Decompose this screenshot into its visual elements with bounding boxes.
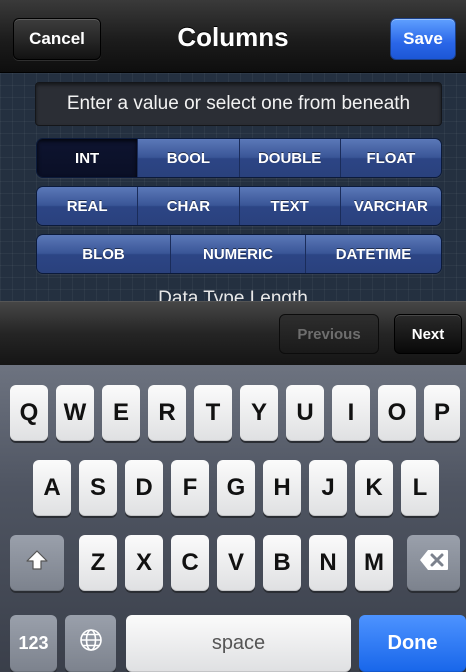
- globe-key[interactable]: [65, 615, 116, 672]
- save-button[interactable]: Save: [390, 18, 456, 60]
- type-char-segment[interactable]: CHAR: [138, 187, 240, 225]
- next-button[interactable]: Next: [394, 314, 462, 354]
- key-h[interactable]: H: [263, 460, 301, 516]
- key-s[interactable]: S: [79, 460, 117, 516]
- content-area: Enter a value or select one from beneath…: [0, 73, 466, 301]
- key-j[interactable]: J: [309, 460, 347, 516]
- type-int-segment[interactable]: INT: [37, 139, 139, 177]
- key-x[interactable]: X: [125, 535, 163, 591]
- key-w[interactable]: W: [56, 385, 94, 441]
- key-g[interactable]: G: [217, 460, 255, 516]
- backspace-key[interactable]: [407, 535, 460, 591]
- previous-button[interactable]: Previous: [279, 314, 379, 354]
- done-key[interactable]: Done: [359, 615, 466, 672]
- backspace-icon: [419, 549, 449, 578]
- data-type-row-3: BLOB NUMERIC DATETIME: [36, 234, 442, 274]
- type-numeric-segment[interactable]: NUMERIC: [171, 235, 306, 273]
- shift-key[interactable]: [10, 535, 64, 591]
- key-c[interactable]: C: [171, 535, 209, 591]
- key-r[interactable]: R: [148, 385, 186, 441]
- key-i[interactable]: I: [332, 385, 370, 441]
- key-n[interactable]: N: [309, 535, 347, 591]
- globe-icon: [79, 628, 103, 659]
- shift-arrow-icon: [25, 548, 49, 579]
- key-f[interactable]: F: [171, 460, 209, 516]
- key-o[interactable]: O: [378, 385, 416, 441]
- type-blob-segment[interactable]: BLOB: [37, 235, 171, 273]
- key-k[interactable]: K: [355, 460, 393, 516]
- type-bool-segment[interactable]: BOOL: [138, 139, 240, 177]
- key-a[interactable]: A: [33, 460, 71, 516]
- type-text-segment[interactable]: TEXT: [239, 187, 341, 225]
- keyboard-accessory-toolbar: Previous Next: [0, 301, 466, 366]
- key-u[interactable]: U: [286, 385, 324, 441]
- key-y[interactable]: Y: [240, 385, 278, 441]
- key-q[interactable]: Q: [10, 385, 48, 441]
- key-d[interactable]: D: [125, 460, 163, 516]
- key-l[interactable]: L: [401, 460, 439, 516]
- navigation-bar: Cancel Columns Save: [0, 0, 466, 73]
- data-type-length-label: Data Type Length: [158, 288, 308, 301]
- key-m[interactable]: M: [355, 535, 393, 591]
- type-float-segment[interactable]: FLOAT: [340, 139, 441, 177]
- key-t[interactable]: T: [194, 385, 232, 441]
- key-b[interactable]: B: [263, 535, 301, 591]
- type-varchar-segment[interactable]: VARCHAR: [340, 187, 441, 225]
- type-real-segment[interactable]: REAL: [37, 187, 139, 225]
- key-e[interactable]: E: [102, 385, 140, 441]
- space-key[interactable]: space: [126, 615, 351, 672]
- data-type-row-1: INT BOOL DOUBLE FLOAT: [36, 138, 442, 178]
- type-datetime-segment[interactable]: DATETIME: [306, 235, 441, 273]
- key-v[interactable]: V: [217, 535, 255, 591]
- key-z[interactable]: Z: [79, 535, 117, 591]
- key-p[interactable]: P: [424, 385, 460, 441]
- type-double-segment[interactable]: DOUBLE: [239, 139, 341, 177]
- keyboard: Q W E R T Y U I O P A S D F G H J K L Z …: [0, 365, 466, 672]
- data-type-row-2: REAL CHAR TEXT VARCHAR: [36, 186, 442, 226]
- numbers-key[interactable]: 123: [10, 615, 57, 672]
- value-input[interactable]: Enter a value or select one from beneath: [35, 82, 442, 126]
